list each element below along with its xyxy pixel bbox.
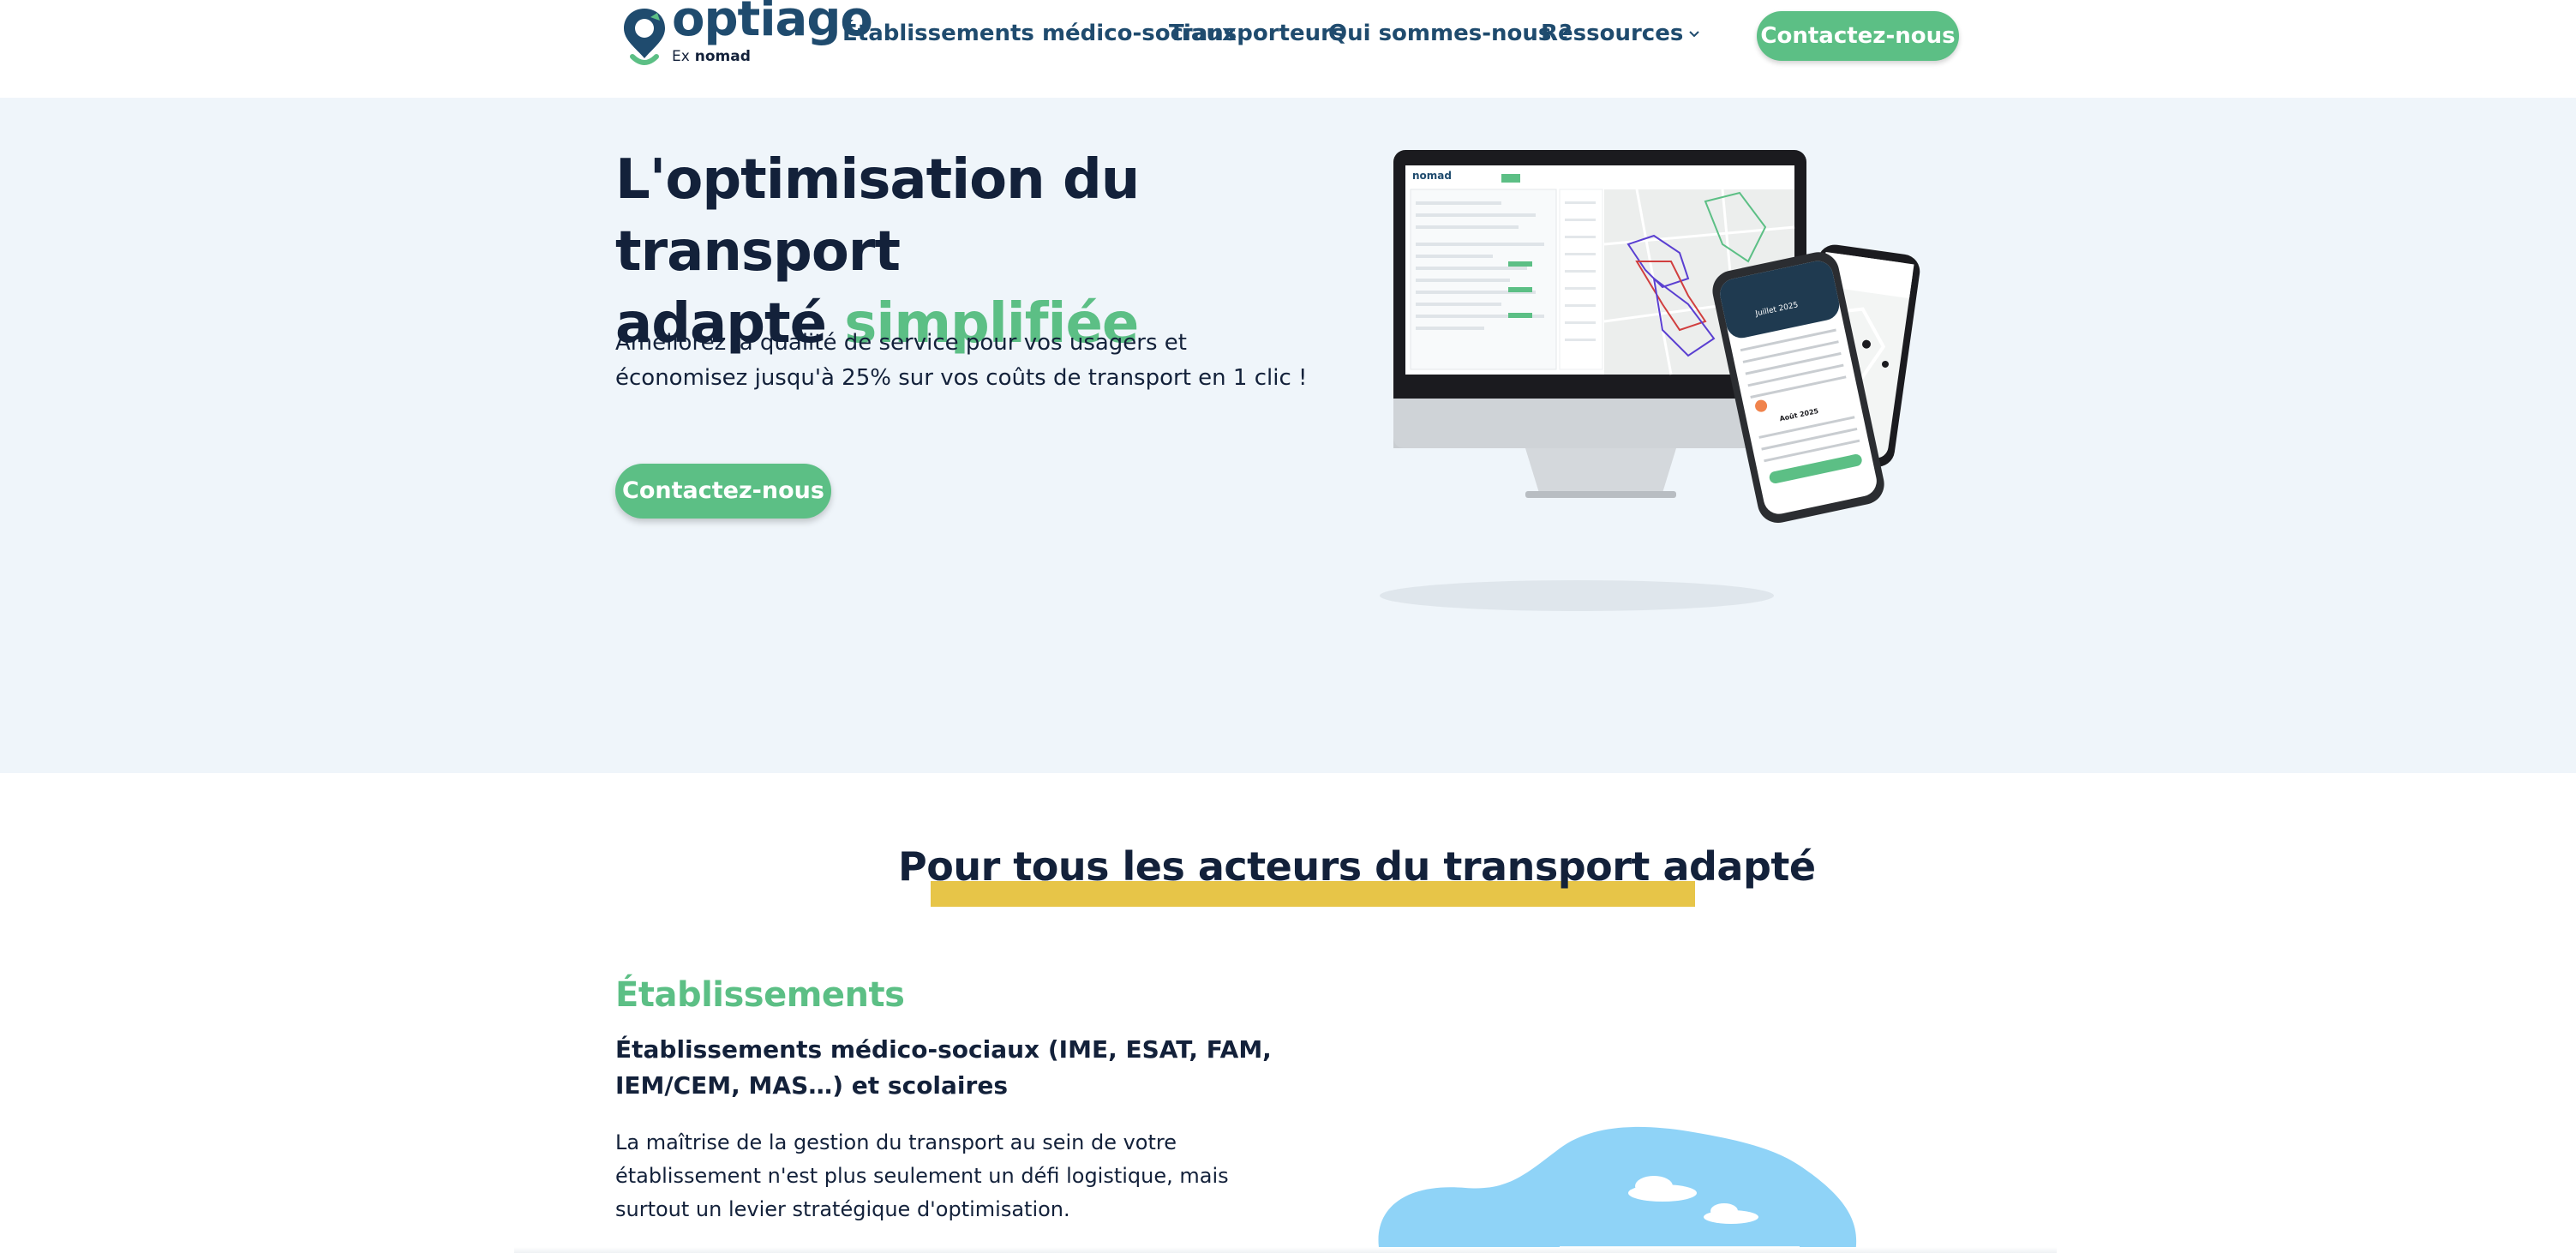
- header-contact-button[interactable]: Contactez-nous: [1757, 11, 1959, 61]
- logo-pin-icon: [624, 9, 665, 65]
- optiago-logo[interactable]: optiago Ex nomad: [620, 0, 873, 69]
- app-logo-text: nomad: [1412, 170, 1452, 182]
- actors-section-heading: Pour tous les acteurs du transport adapt…: [898, 843, 1816, 890]
- logo-sub-prefix: Ex: [672, 48, 690, 65]
- section-card-edge: [514, 1247, 2057, 1253]
- nav-item-ressources[interactable]: Ressources: [1541, 21, 1700, 46]
- establishments-subtitle: Établissements médico-sociaux (IME, ESAT…: [615, 1035, 1272, 1100]
- hero-devices-image: nomad Juillet 2025 Août 2025: [1380, 150, 1920, 611]
- chevron-down-icon: [1689, 30, 1700, 37]
- logo-sub-name: nomad: [694, 48, 751, 65]
- hero-contact-button[interactable]: Contactez-nous: [615, 464, 831, 519]
- site-header: optiago Ex nomad Établissements médico-s…: [0, 0, 2576, 99]
- actors-section-title: Pour tous les acteurs du transport adapt…: [898, 843, 1816, 908]
- establishments-text: La maîtrise de la gestion du transport a…: [615, 1130, 1229, 1221]
- nav-item-qui-sommes-nous[interactable]: Qui sommes-nous ?: [1328, 21, 1573, 46]
- nav-item-transporteurs[interactable]: Transporteurs: [1169, 21, 1345, 46]
- establishments-illustration: [1378, 1126, 1857, 1253]
- establishments-title: Établissements: [615, 975, 905, 1015]
- nav-item-ressources-label: Ressources: [1541, 21, 1684, 46]
- hero-description: Améliorez la qualité de service pour vos…: [615, 330, 1308, 391]
- hero-title-line1: L'optimisation du transport: [615, 148, 1140, 284]
- logo-subtitle: Ex nomad: [672, 48, 751, 65]
